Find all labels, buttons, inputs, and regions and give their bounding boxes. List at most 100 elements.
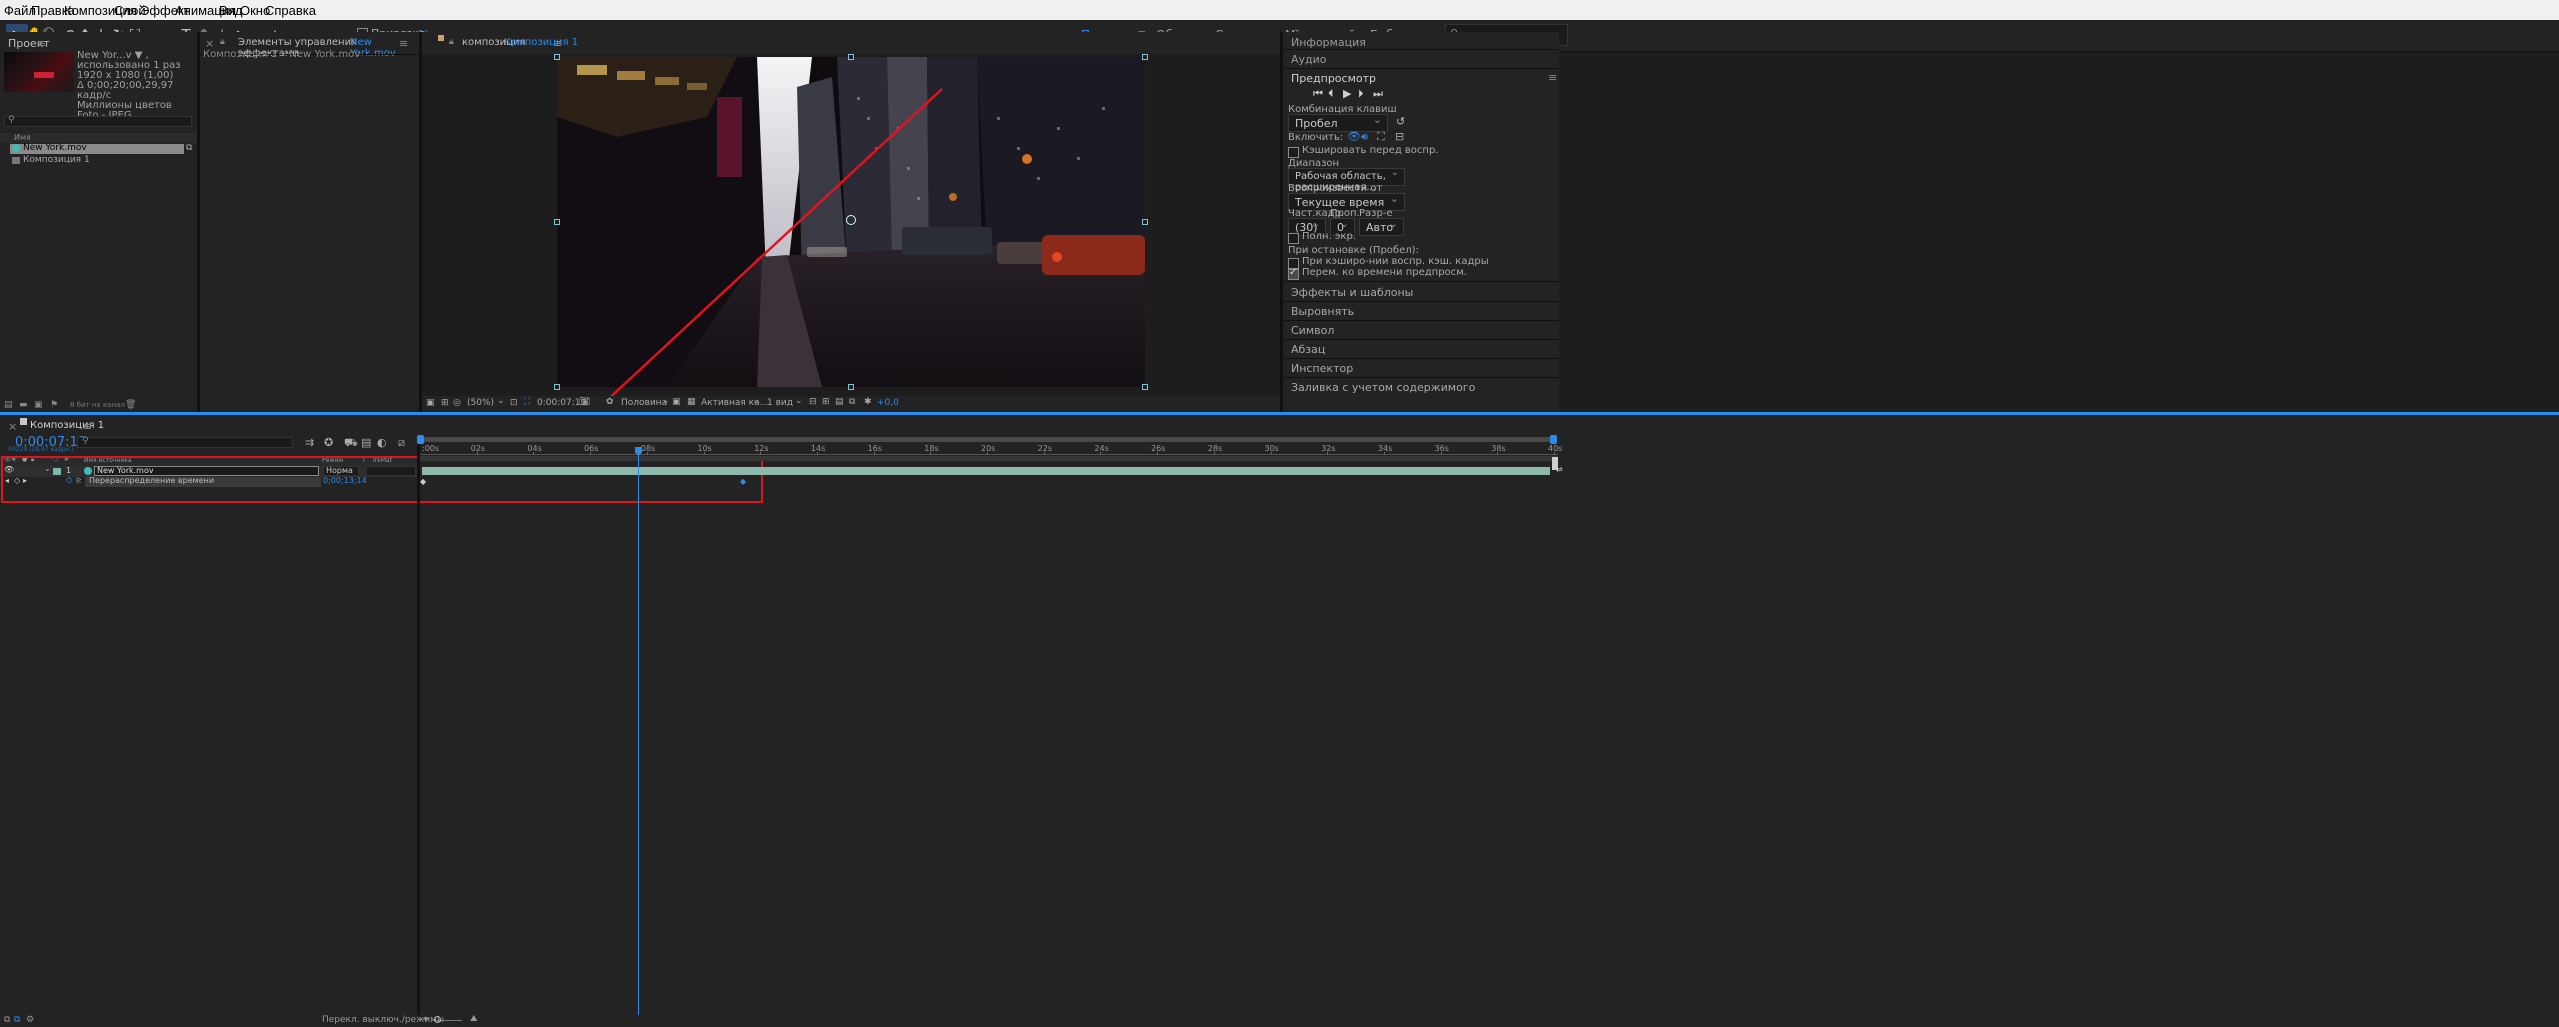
- first-frame-icon[interactable]: ⏮: [1313, 87, 1323, 101]
- project-item-footage[interactable]: New York.mov: [10, 143, 184, 154]
- overlays-toggle-icon[interactable]: ⛶: [1377, 130, 1385, 144]
- keyframe-icon[interactable]: ◆: [740, 477, 746, 486]
- close-icon[interactable]: ×: [8, 420, 17, 433]
- transform-handle[interactable]: [848, 54, 854, 60]
- audio-toggle-icon[interactable]: 🔊︎: [1361, 130, 1368, 144]
- delete-icon[interactable]: 🗑︎: [125, 400, 136, 410]
- play-icon[interactable]: ▶: [1343, 87, 1351, 100]
- shortcut-dropdown[interactable]: Пробел: [1288, 113, 1388, 132]
- column-name[interactable]: Имя: [14, 133, 31, 142]
- keyframe-icon[interactable]: ◆: [420, 477, 426, 486]
- panel-menu-icon[interactable]: ≡: [37, 37, 46, 50]
- info-panel-tab[interactable]: Информация: [1291, 36, 1366, 49]
- effects-presets-tab[interactable]: Эффекты и шаблоны: [1291, 286, 1413, 299]
- fast-previews-icon[interactable]: ⊞: [822, 397, 830, 407]
- ruler-label: 10s: [697, 444, 712, 453]
- exposure-icon[interactable]: ✱: [864, 397, 872, 407]
- panel-menu-icon[interactable]: ≡: [83, 420, 92, 433]
- grid-icon[interactable]: ⊡: [510, 398, 518, 408]
- project-item-composition[interactable]: Композиция 1: [10, 155, 184, 166]
- paragraph-tab[interactable]: Абзац: [1291, 343, 1325, 356]
- on-stop-move-checkbox[interactable]: [1288, 267, 1299, 280]
- new-folder-icon[interactable]: ▬: [19, 400, 28, 410]
- channel-icon[interactable]: ✿: [606, 397, 614, 407]
- transform-handle[interactable]: [848, 384, 854, 390]
- cache-before-checkbox[interactable]: [1288, 147, 1299, 158]
- project-search-input[interactable]: ⚲: [4, 115, 192, 127]
- in-out-icon[interactable]: ⚙: [26, 1015, 34, 1025]
- flowchart-icon[interactable]: ⧉: [186, 143, 192, 153]
- mask-visibility-icon[interactable]: ◎: [453, 398, 461, 408]
- character-tab[interactable]: Символ: [1291, 324, 1334, 337]
- flowchart-icon[interactable]: ⧉: [849, 397, 855, 407]
- project-panel: Проект ≡ New Yor...v ▼ , использовано 1 …: [0, 32, 197, 412]
- work-area-end-icon[interactable]: [1550, 435, 1557, 444]
- menu-view[interactable]: Вид: [219, 3, 243, 18]
- inspector-tab[interactable]: Инспектор: [1291, 362, 1353, 375]
- project-settings-icon[interactable]: ⚑: [50, 400, 58, 410]
- work-area-bar[interactable]: [420, 437, 1556, 442]
- menu-help[interactable]: Справка: [265, 3, 316, 18]
- lock-icon[interactable]: 🔒︎: [220, 37, 225, 47]
- transfer-controls-icon[interactable]: ⧉: [14, 1015, 20, 1025]
- always-preview-icon[interactable]: ▣: [426, 398, 435, 408]
- align-tab[interactable]: Выровнять: [1291, 305, 1354, 318]
- reset-icon[interactable]: ↺: [1396, 115, 1405, 128]
- transform-handle[interactable]: [1142, 384, 1148, 390]
- zoom-out-icon[interactable]: ⏶: [422, 1014, 429, 1024]
- preview-controls: ⏮ ⏴ ▶ ⏵ ⏭: [1313, 87, 1393, 101]
- effect-controls-target[interactable]: New York.mov: [350, 37, 419, 59]
- timeline-divider[interactable]: [417, 435, 420, 1027]
- fullscreen-checkbox[interactable]: [1288, 233, 1299, 244]
- transparency-grid-icon[interactable]: ▦: [687, 397, 696, 407]
- last-frame-icon[interactable]: ⏭: [1373, 87, 1383, 101]
- preview-panel-tab[interactable]: Предпросмотр: [1291, 72, 1376, 85]
- next-frame-icon[interactable]: ⏵: [1358, 87, 1364, 101]
- interpret-footage-icon[interactable]: ▤: [4, 400, 13, 410]
- resolution-dropdown[interactable]: Авто: [1359, 217, 1404, 236]
- panel-menu-icon[interactable]: ≡: [399, 37, 408, 50]
- on-stop-move-label: Перем. ко времени предпросм.: [1302, 267, 1467, 278]
- graph-editor-icon[interactable]: ⧄: [398, 436, 405, 450]
- snapshot-icon[interactable]: 📷︎: [579, 397, 590, 407]
- audio-panel-tab[interactable]: Аудио: [1291, 53, 1327, 66]
- playhead-line[interactable]: [638, 455, 639, 1027]
- transform-handle[interactable]: [1142, 219, 1148, 225]
- prev-frame-icon[interactable]: ⏴: [1328, 87, 1334, 101]
- video-toggle-icon[interactable]: 👁︎: [1347, 130, 1361, 143]
- frame-blending-icon[interactable]: ▤: [361, 436, 371, 449]
- views-dropdown[interactable]: 1 вид: [767, 398, 793, 408]
- zoom-in-icon[interactable]: ⛰: [470, 1014, 478, 1024]
- work-area-start-icon[interactable]: [417, 435, 424, 444]
- draft-3d-icon[interactable]: ✪: [324, 436, 333, 449]
- zoom-dropdown[interactable]: (50%): [467, 398, 494, 408]
- region-of-interest-icon[interactable]: ⛶: [524, 397, 530, 407]
- layer-duration-bar[interactable]: [422, 467, 1550, 475]
- zoom-slider-thumb[interactable]: [434, 1016, 441, 1023]
- panel-menu-icon[interactable]: ≡: [1548, 71, 1557, 84]
- transform-handle[interactable]: [554, 384, 560, 390]
- transform-handle[interactable]: [554, 54, 560, 60]
- exposure-value[interactable]: +0,0: [877, 398, 899, 408]
- transform-handle[interactable]: [1142, 54, 1148, 60]
- region-icon[interactable]: ▣: [672, 397, 681, 407]
- ruler-tick: [1100, 452, 1102, 455]
- anchor-point-icon[interactable]: [846, 215, 856, 225]
- comp-mini-flowchart-icon[interactable]: ⇉: [305, 436, 314, 449]
- ruler-label: 32s: [1321, 444, 1336, 453]
- content-aware-fill-tab[interactable]: Заливка с учетом содержимого: [1291, 381, 1475, 394]
- layer-controls-toggle-icon[interactable]: ⊟: [1395, 130, 1404, 143]
- guides-icon[interactable]: ⊞: [441, 398, 449, 408]
- motion-blur-icon[interactable]: ◐: [377, 436, 387, 449]
- resolution-dropdown[interactable]: Половина: [621, 398, 667, 408]
- ruler-tick: [476, 452, 478, 455]
- bpc-label[interactable]: 8 бит на канал: [70, 401, 125, 409]
- transform-handle[interactable]: [554, 219, 560, 225]
- shy-layers-icon[interactable]: ⛟: [344, 436, 358, 451]
- timeline-icon[interactable]: ▤: [835, 397, 844, 407]
- new-composition-icon[interactable]: ▣: [34, 400, 43, 410]
- timeline-tab[interactable]: Композиция 1: [30, 420, 104, 431]
- toggle-pixel-aspect-icon[interactable]: ⊟: [809, 397, 817, 407]
- layer-switches-icon[interactable]: ⧉: [4, 1015, 10, 1025]
- layer-search-input[interactable]: ⚲: [77, 436, 293, 448]
